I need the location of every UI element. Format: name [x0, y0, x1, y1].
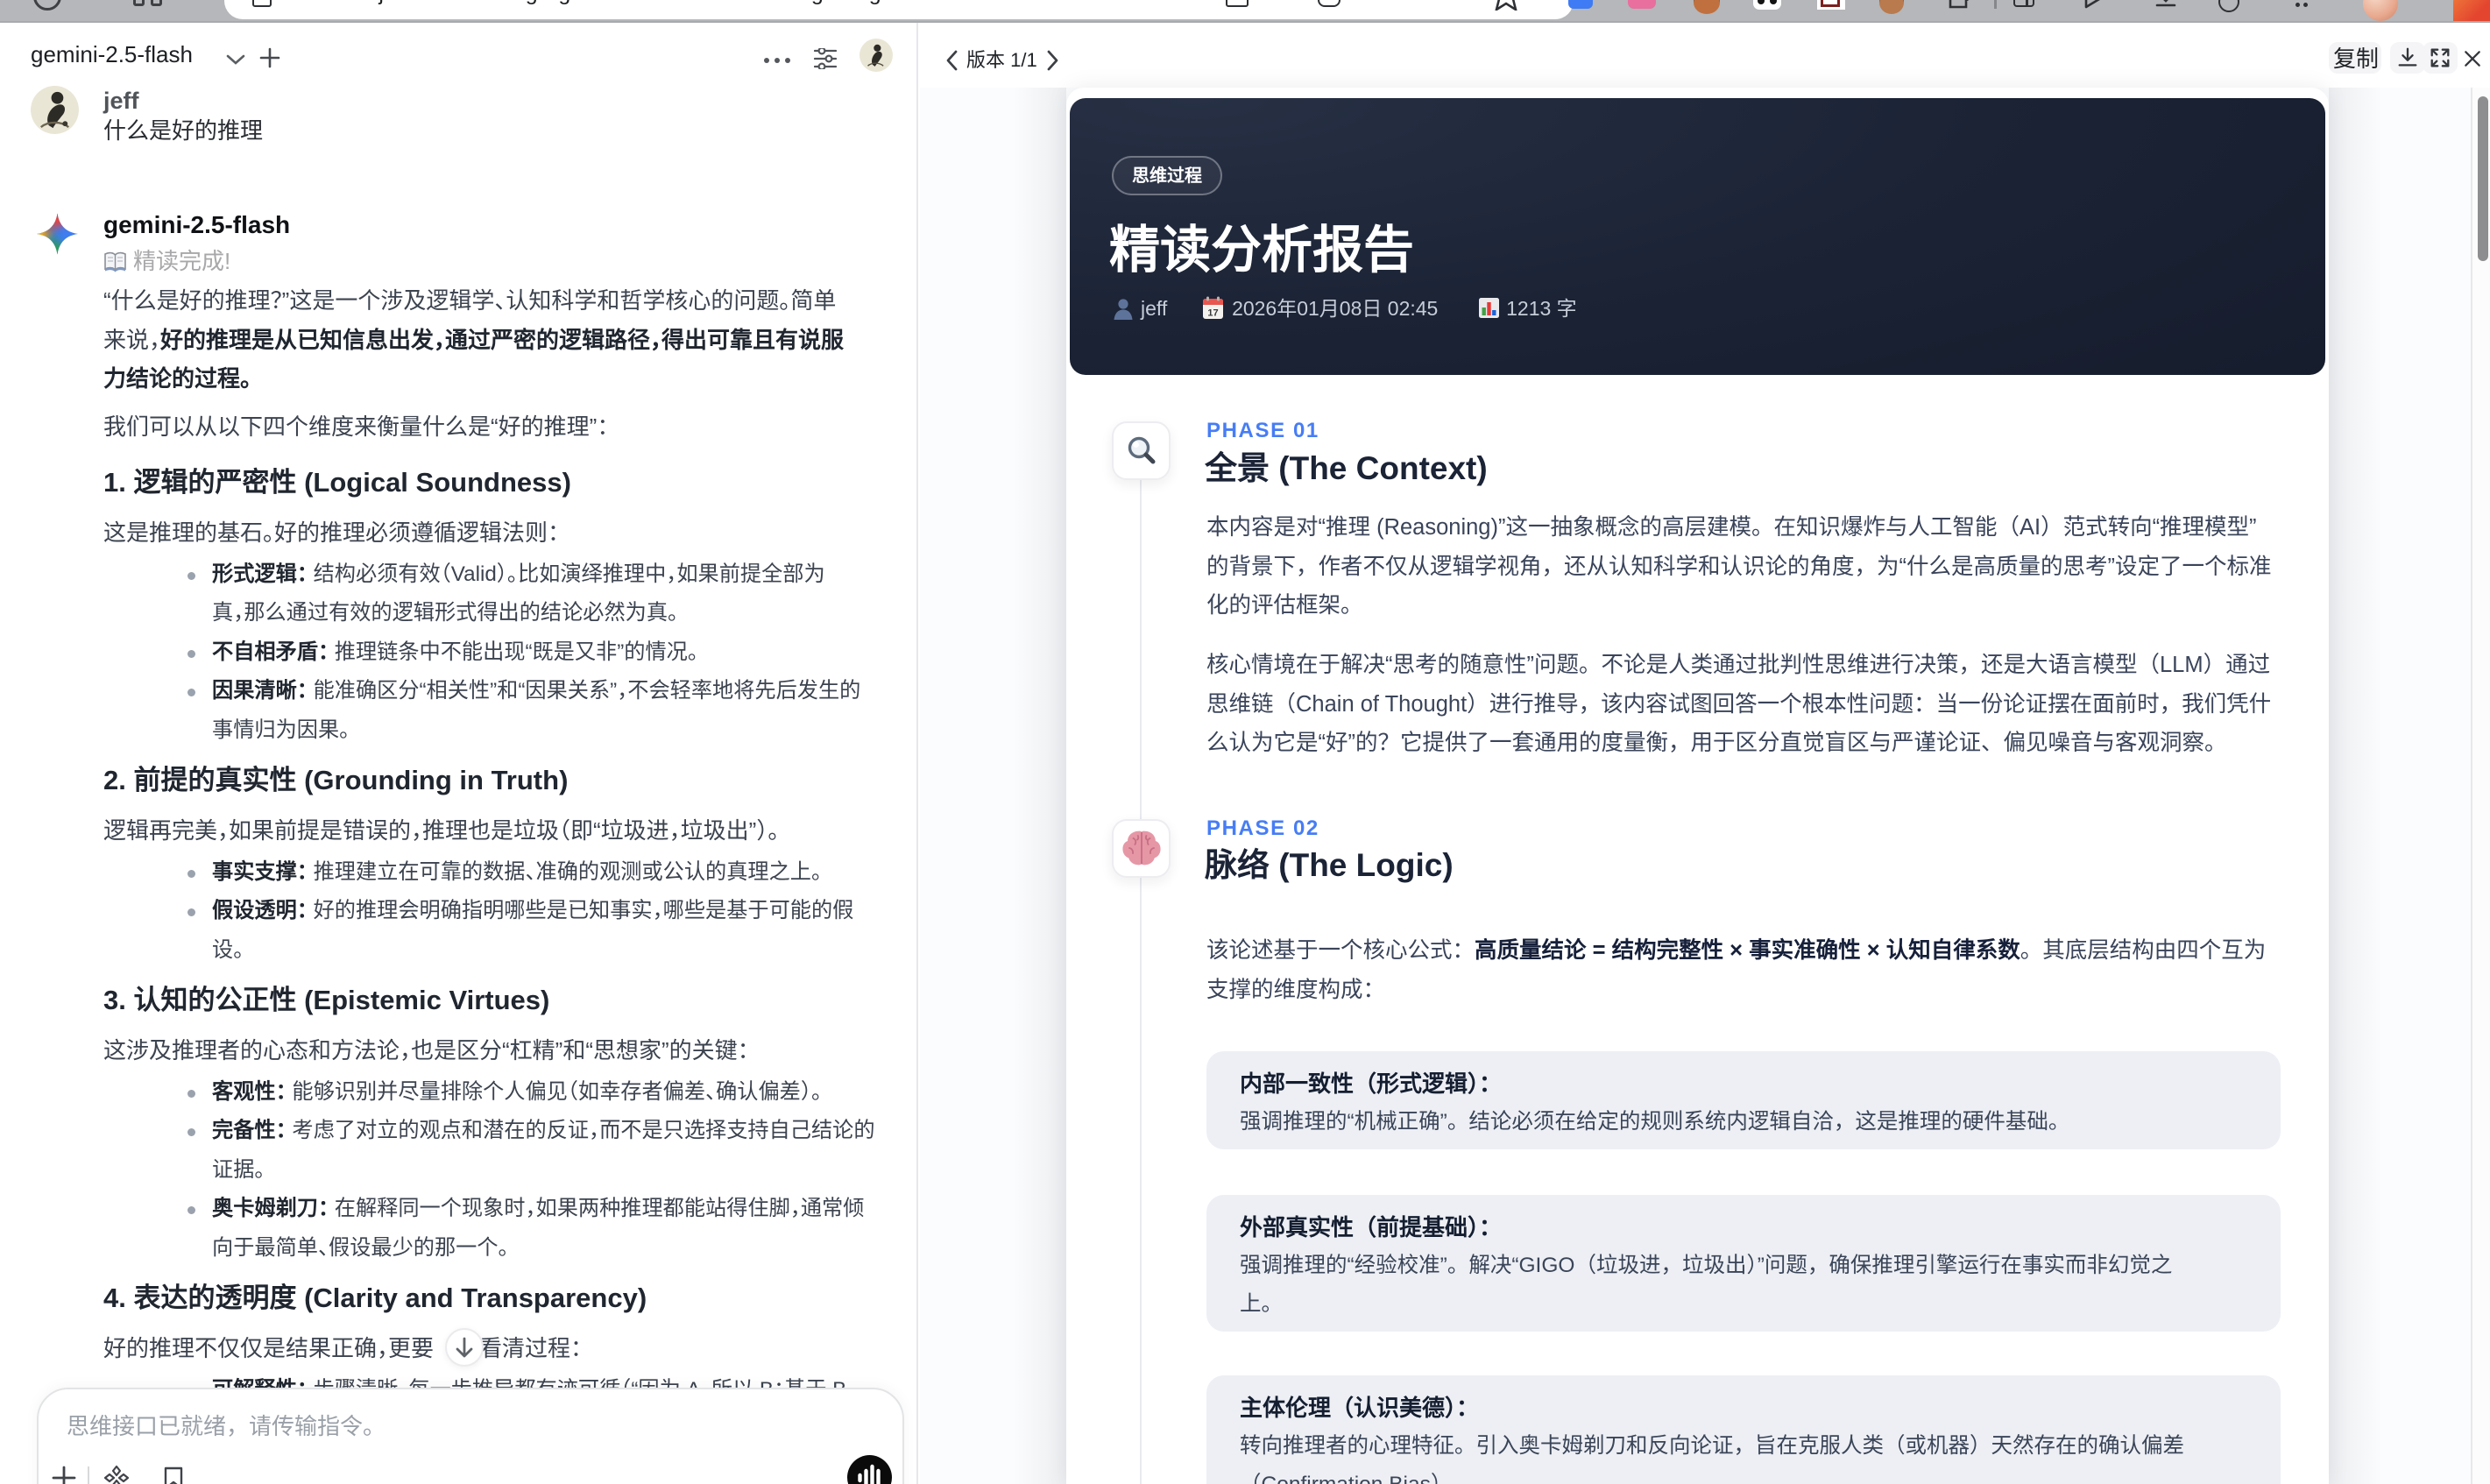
svg-text:17: 17 — [1207, 308, 1218, 319]
